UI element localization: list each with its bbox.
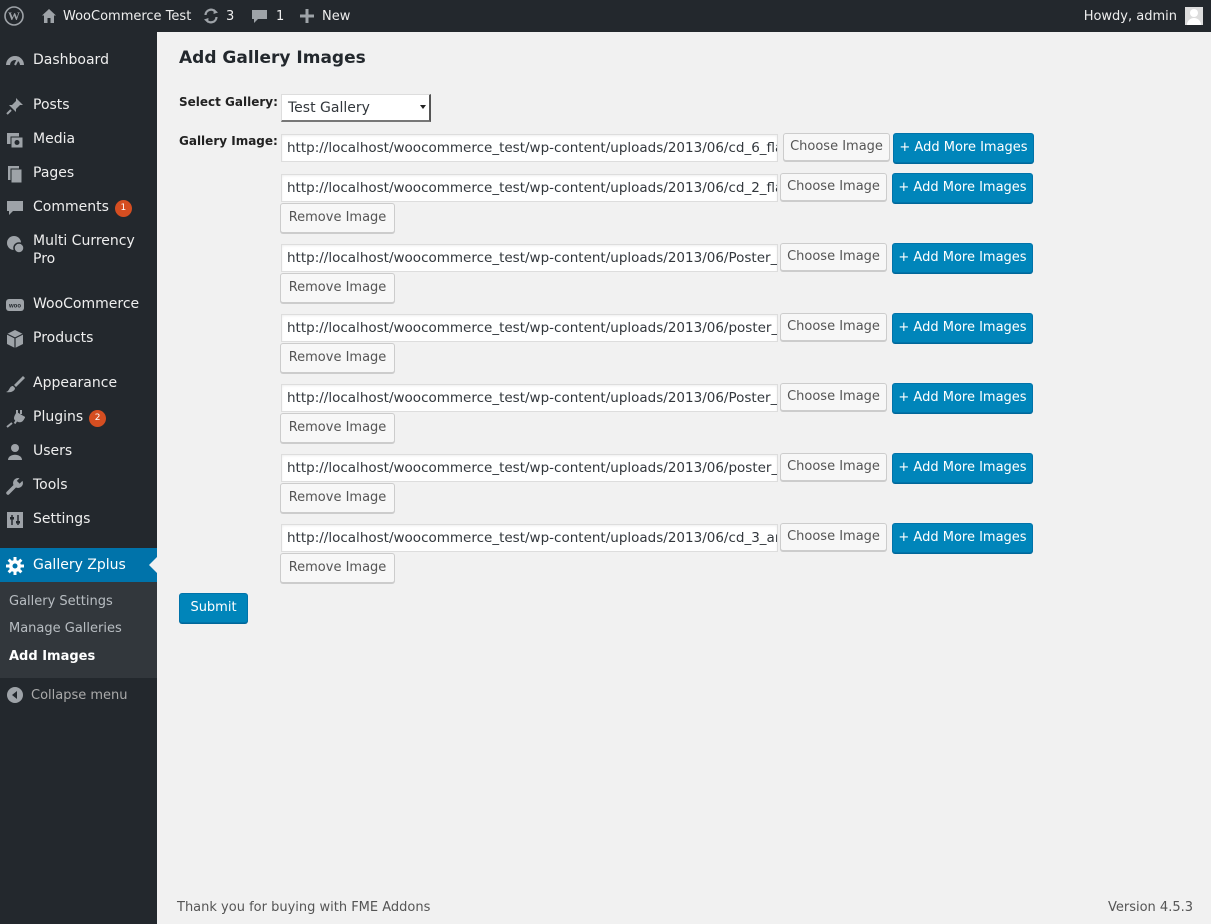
submit-button[interactable]: Submit [179,593,248,623]
woo-icon: woo [6,299,24,311]
remove-image-button-4[interactable]: Remove Image [280,343,395,373]
page-title: Add Gallery Images [179,48,366,68]
image-url-input-3[interactable]: http://localhost/woocommerce_test/wp-con… [281,244,778,272]
menu-label: Media [33,131,76,147]
remove-image-button-5[interactable]: Remove Image [280,413,395,443]
add-more-images-button-7[interactable]: + Add More Images [892,523,1033,553]
add-more-images-button-2[interactable]: + Add More Images [892,173,1033,203]
footer-version: Version 4.5.3 [1107,900,1193,915]
choose-image-button-1[interactable]: Choose Image [783,133,890,161]
menu-label: Comments [33,199,109,215]
svg-text:W: W [8,9,20,23]
image-url-input-5[interactable]: http://localhost/woocommerce_test/wp-con… [281,384,778,412]
my-account-link[interactable]: Howdy, admin [1084,0,1203,32]
admin-bar: W WooCommerce Test 3 1 New Howdy, admin [0,0,1211,32]
remove-image-button-3[interactable]: Remove Image [280,273,395,303]
new-content-link[interactable]: New [300,0,350,32]
collapse-arrow-icon [7,687,23,703]
collapse-label: Collapse menu [31,688,128,703]
admin-sidebar: Dashboard Posts Media Pages Comments 1 M… [0,32,157,924]
menu-label: Tools [33,477,68,493]
new-label: New [322,8,351,24]
gallery-submenu: Gallery Settings Manage Galleries Add Im… [0,582,157,678]
settings-icon [7,512,23,528]
add-more-images-button-4[interactable]: + Add More Images [892,313,1033,343]
submenu-manage-galleries[interactable]: Manage Galleries [9,621,122,636]
wordpress-logo-link[interactable]: W [4,0,24,32]
choose-image-button-3[interactable]: Choose Image [780,243,887,271]
select-gallery-label: Select Gallery: [179,95,278,109]
gallery-select[interactable]: Test Gallery [281,94,431,122]
home-icon [42,9,56,23]
choose-image-button-6[interactable]: Choose Image [780,453,887,481]
choose-image-button-5[interactable]: Choose Image [780,383,887,411]
media-icon [7,133,24,149]
site-name-link[interactable]: WooCommerce Test [41,0,191,32]
choose-image-button-7[interactable]: Choose Image [780,523,887,551]
menu-label: Dashboard [33,52,109,68]
updates-link[interactable]: 3 [202,0,234,32]
updates-count: 3 [226,8,235,24]
menu-label: Users [33,443,73,459]
collapse-menu-button[interactable]: Collapse menu [0,686,157,706]
box-icon [6,330,24,348]
comments-badge: 1 [114,200,132,217]
add-more-images-button-3[interactable]: + Add More Images [892,243,1033,273]
menu-label: Posts [33,97,70,113]
dashboard-icon [6,56,24,66]
image-url-input-6[interactable]: http://localhost/woocommerce_test/wp-con… [281,454,778,482]
pin-icon [6,98,23,115]
plug-icon [6,410,25,428]
dropdown-arrow-icon [420,105,426,109]
site-name: WooCommerce Test [63,8,192,24]
user-icon [8,444,22,460]
choose-image-button-2[interactable]: Choose Image [780,173,887,201]
remove-image-button-2[interactable]: Remove Image [280,203,395,233]
menu-label: Multi Currency Pro [33,233,135,267]
greeting: Howdy, admin [1083,8,1177,24]
add-more-images-button-1[interactable]: + Add More Images [893,133,1034,163]
pages-icon [8,166,23,184]
submenu-add-images[interactable]: Add Images [9,649,95,664]
refresh-icon [204,8,218,24]
image-url-input-4[interactable]: http://localhost/woocommerce_test/wp-con… [281,314,778,342]
wrench-icon [6,477,24,495]
gallery-image-label: Gallery Image: [179,134,278,148]
image-url-input-2[interactable]: http://localhost/woocommerce_test/wp-con… [281,174,778,202]
image-url-input-1[interactable]: http://localhost/woocommerce_test/wp-con… [281,134,778,162]
menu-label: Plugins [33,409,84,425]
menu-label: Pages [33,165,75,181]
gear-icon [6,557,24,575]
remove-image-button-7[interactable]: Remove Image [280,553,395,583]
menu-label: Appearance [33,375,118,391]
add-more-images-button-6[interactable]: + Add More Images [892,453,1033,483]
menu-label: Products [33,330,94,346]
brush-icon [6,376,25,393]
submenu-gallery-settings[interactable]: Gallery Settings [9,594,113,609]
choose-image-button-4[interactable]: Choose Image [780,313,887,341]
image-url-input-7[interactable]: http://localhost/woocommerce_test/wp-con… [281,524,778,552]
currency-icon [7,236,25,254]
plus-icon [300,9,314,23]
footer-thanks: Thank you for buying with FME Addons [177,900,431,915]
menu-label: WooCommerce [33,296,140,312]
comments-link[interactable]: 1 [251,0,284,32]
comments-count: 1 [276,8,285,24]
menu-label: Gallery Zplus [33,557,126,573]
avatar [1185,7,1203,25]
menu-label: Settings [33,511,91,527]
selected-gallery-value: Test Gallery [288,100,370,116]
comment-bubble-icon [252,9,267,23]
plugins-badge: 2 [89,410,107,427]
comment-icon [7,201,23,215]
remove-image-button-6[interactable]: Remove Image [280,483,395,513]
add-more-images-button-5[interactable]: + Add More Images [892,383,1033,413]
svg-text:woo: woo [8,304,21,310]
wordpress-icon: W [4,6,24,26]
